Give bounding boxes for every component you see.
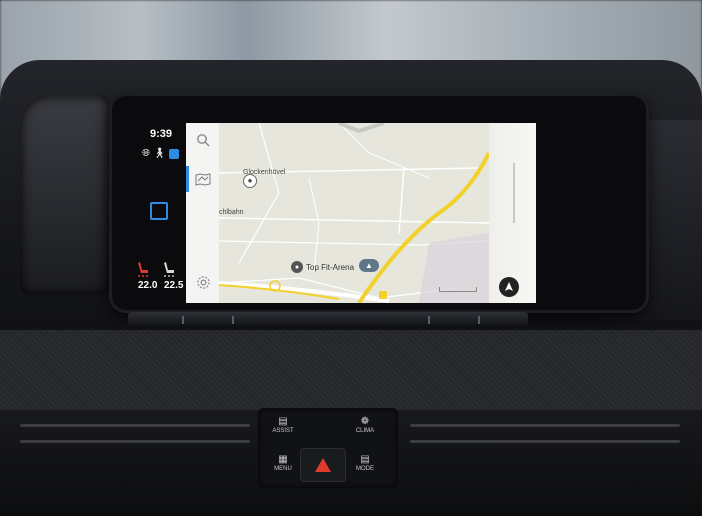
globe-icon: 🌐︎ (142, 148, 150, 159)
fan-icon: ❁ (360, 416, 370, 427)
vehicle-position-arrow: ▲ (359, 259, 379, 272)
car-mode-icon: ▤ (360, 454, 370, 465)
status-column: 9:39 🌐︎ 🚶︎ 22.0 22.5 (128, 118, 188, 298)
map-label-place-left: chlbahn (219, 209, 244, 216)
settings-button[interactable] (192, 271, 214, 293)
temperature-left[interactable]: 22.0 (138, 280, 157, 291)
slider-mark (428, 316, 430, 324)
assist-label: ASSIST (272, 428, 294, 434)
map-view[interactable]: ● Glockenhövel chlbahn ● Top Fit-Arena ▲ (218, 123, 491, 303)
zoom-track[interactable] (513, 163, 515, 223)
search-icon (197, 134, 210, 147)
home-button[interactable] (150, 202, 168, 220)
seat-heat-left-icon (138, 262, 148, 277)
poi-icon: ● (291, 261, 303, 273)
slider-mark (182, 316, 184, 324)
left-air-vent (20, 95, 110, 295)
vent-slat (410, 424, 680, 427)
mode-button[interactable]: ▤ MODE (350, 454, 380, 472)
temperature-right[interactable]: 22.5 (164, 280, 183, 291)
vent-slat (20, 440, 250, 443)
map-icon (195, 172, 211, 186)
place-marker[interactable]: ● (243, 174, 257, 188)
dashboard-trim (0, 330, 702, 420)
settings-icon (196, 275, 210, 289)
slider-mark (478, 316, 480, 324)
navigation-screen: ● Glockenhövel chlbahn ● Top Fit-Arena ▲ (186, 123, 536, 303)
compass-button[interactable] (499, 277, 519, 297)
hazard-icon (315, 458, 331, 472)
vent-slat (20, 424, 250, 427)
active-indicator (186, 166, 189, 192)
poi-marker[interactable]: ● Top Fit-Arena (291, 261, 354, 273)
person-icon: 🚶︎ (153, 148, 166, 159)
clima-label: CLIMA (355, 428, 375, 434)
notification-indicator[interactable] (168, 148, 179, 159)
map-scale-bar (439, 287, 477, 292)
clima-button[interactable]: ❁ CLIMA (350, 416, 380, 434)
hazard-button[interactable] (300, 448, 346, 482)
menu-icon: ▦ (278, 454, 288, 465)
map-right-rail (489, 123, 536, 303)
touch-slider-bar[interactable] (128, 312, 528, 326)
clock: 9:39 (150, 128, 173, 140)
car-icon: ▤ (278, 416, 288, 427)
poi-label: Top Fit-Arena (306, 262, 355, 272)
search-button[interactable] (192, 129, 214, 151)
slider-mark (232, 316, 234, 324)
status-icons: 🌐︎ 🚶︎ (142, 148, 179, 159)
map-label-place-top: Glockenhövel (243, 169, 286, 176)
assist-button[interactable]: ▤ ASSIST (268, 416, 298, 434)
compass-icon (505, 282, 513, 291)
nav-side-menu (186, 123, 220, 303)
menu-label: MENU (274, 466, 292, 472)
seat-heat-right-icon (164, 262, 174, 277)
mode-label: MODE (356, 466, 374, 472)
map-view-button[interactable] (192, 168, 214, 190)
menu-button[interactable]: ▦ MENU (268, 454, 298, 472)
place-icon: ● (243, 174, 257, 188)
map-canvas (218, 123, 491, 303)
vent-slat (410, 440, 680, 443)
